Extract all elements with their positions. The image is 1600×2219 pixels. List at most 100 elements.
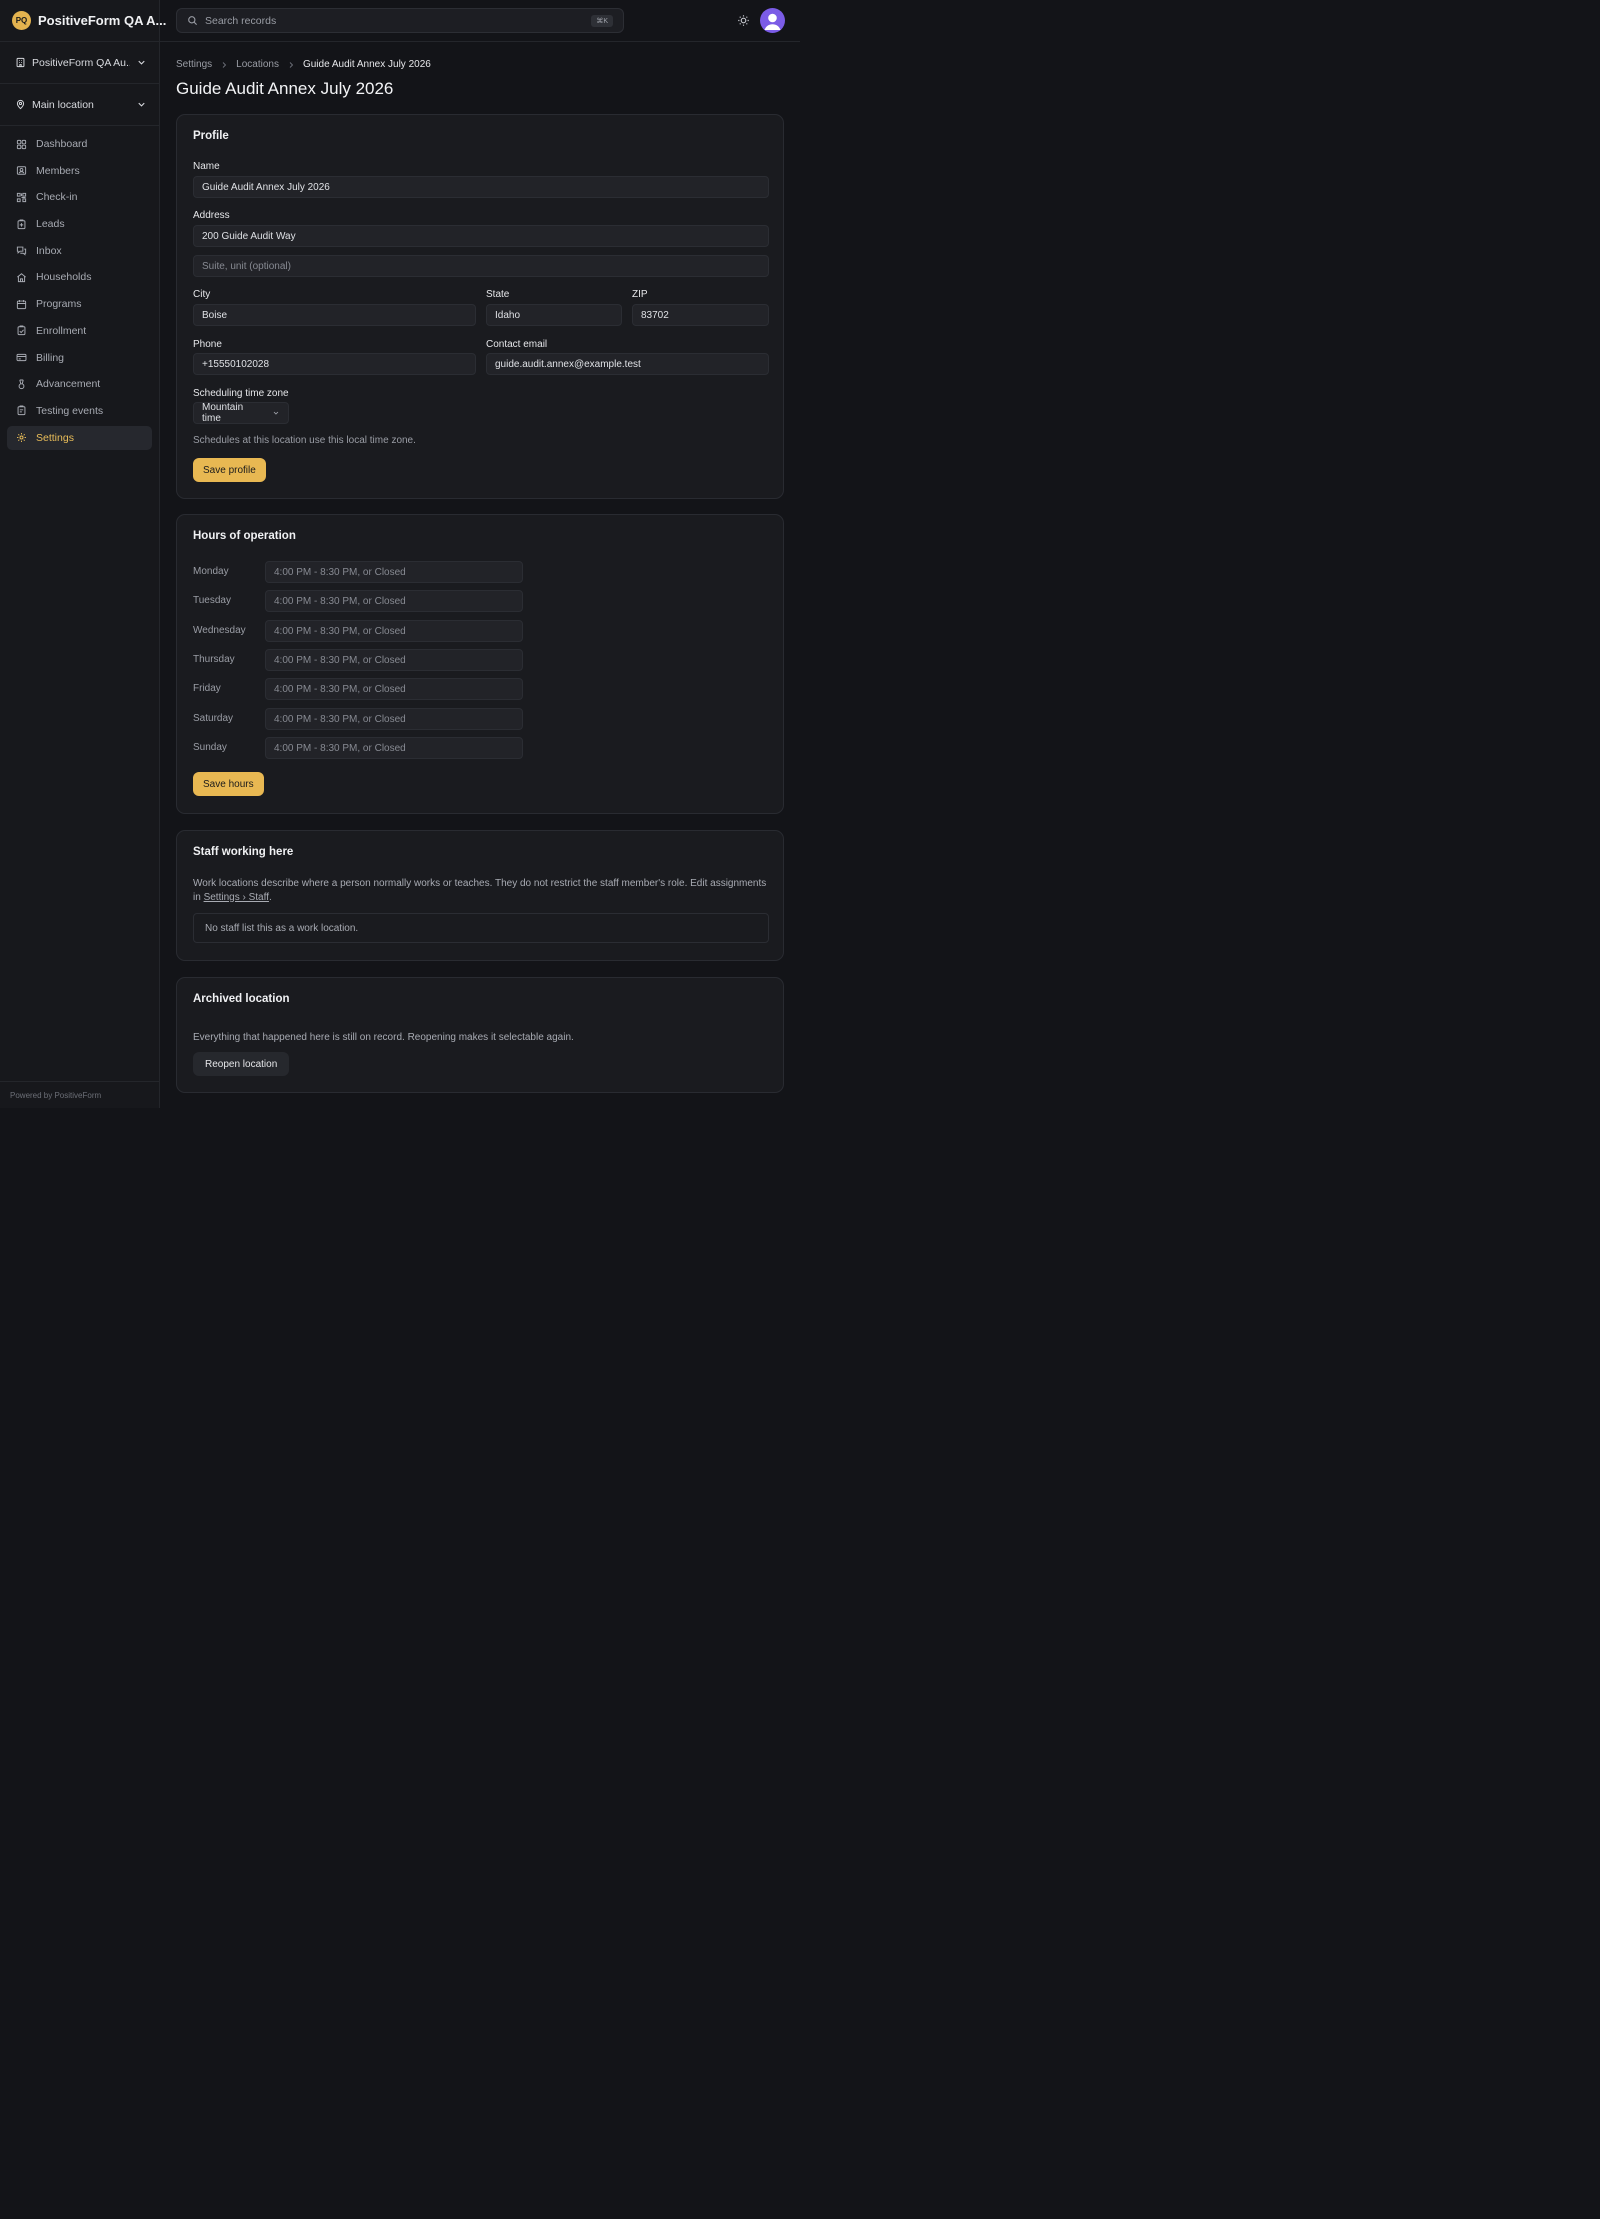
nav-item-leads[interactable]: Leads (7, 212, 152, 236)
hours-title: Hours of operation (193, 530, 296, 542)
chevron-down-icon (138, 60, 145, 65)
reopen-location-button[interactable]: Reopen location (193, 1052, 290, 1076)
settings-staff-link[interactable]: Settings › Staff (204, 892, 269, 903)
brand[interactable]: PQ PositiveForm QA A... (0, 0, 166, 42)
org-switcher[interactable]: PositiveForm QA Au... (0, 42, 159, 84)
households-icon (17, 273, 26, 283)
archived-card: Archived location Everything that happen… (176, 977, 784, 1093)
search-shortcut: ⌘K (591, 14, 613, 27)
topbar: Search records ⌘K (160, 0, 800, 42)
email-label: Contact email (486, 339, 548, 350)
state-label: State (486, 289, 510, 300)
hours-field-wednesday[interactable]: 4:00 PM - 8:30 PM, or Closed (265, 620, 523, 642)
nav-item-enrollment[interactable]: Enrollment (7, 319, 152, 343)
map-pin-icon (16, 99, 25, 110)
zip-label: ZIP (632, 289, 648, 300)
nav-item-households[interactable]: Households (7, 265, 152, 289)
nav-item-members[interactable]: Members (7, 159, 152, 183)
hours-card: Hours of operation Monday 4:00 PM - 8:30… (176, 514, 784, 814)
breadcrumb-locations[interactable]: Locations (236, 59, 279, 70)
day-label: Sunday (193, 742, 227, 753)
hours-field-monday[interactable]: 4:00 PM - 8:30 PM, or Closed (265, 561, 523, 583)
dashboard-icon (16, 139, 27, 149)
name-field[interactable]: Guide Audit Annex July 2026 (193, 176, 769, 198)
chevron-down-icon (273, 411, 279, 415)
hours-row-sunday: Sunday 4:00 PM - 8:30 PM, or Closed (193, 737, 523, 759)
nav-item-label: Dashboard (36, 138, 88, 150)
hours-field-thursday[interactable]: 4:00 PM - 8:30 PM, or Closed (265, 649, 523, 671)
phone-field[interactable]: +15550102028 (193, 353, 476, 375)
hours-row-friday: Friday 4:00 PM - 8:30 PM, or Closed (193, 678, 523, 700)
nav-item-label: Members (36, 164, 80, 177)
sun-icon (738, 15, 749, 26)
day-label: Tuesday (193, 595, 231, 606)
testing-events-icon (17, 405, 26, 416)
advancement-icon (18, 379, 25, 389)
breadcrumb: Settings Locations Guide Audit Annex Jul… (176, 59, 784, 70)
nav-item-billing[interactable]: Billing (7, 346, 152, 370)
location-switcher[interactable]: Main location (0, 84, 159, 126)
nav-item-label: Testing events (36, 404, 104, 417)
hours-row-monday: Monday 4:00 PM - 8:30 PM, or Closed (193, 561, 523, 583)
billing-icon (16, 353, 27, 362)
day-label: Saturday (193, 713, 234, 724)
hours-field-saturday[interactable]: 4:00 PM - 8:30 PM, or Closed (265, 708, 523, 730)
timezone-select[interactable]: Mountain time (193, 402, 289, 424)
city-label: City (193, 289, 211, 300)
day-label: Thursday (193, 654, 235, 665)
nav-item-label: Billing (36, 351, 65, 364)
save-hours-button[interactable]: Save hours (193, 772, 264, 796)
staff-description-text: Work locations describe where a person n… (193, 878, 767, 903)
leads-icon (17, 219, 26, 229)
nav-item-label: Check-in (36, 191, 78, 204)
search-icon (188, 16, 198, 26)
staff-card: Staff working here Work locations descri… (176, 830, 784, 961)
search-input[interactable]: Search records ⌘K (176, 8, 624, 33)
nav-item-label: Programs (36, 298, 82, 311)
hours-row-thursday: Thursday 4:00 PM - 8:30 PM, or Closed (193, 649, 523, 671)
nav-item-programs[interactable]: Programs (7, 292, 152, 316)
chevron-down-icon (138, 102, 145, 107)
enrollment-icon (17, 325, 26, 336)
hours-field-tuesday[interactable]: 4:00 PM - 8:30 PM, or Closed (265, 590, 523, 612)
members-icon (16, 166, 27, 175)
staff-description-end: . (268, 891, 272, 903)
nav-item-dashboard[interactable]: Dashboard (7, 132, 152, 156)
sidebar: PQ PositiveForm QA A... PositiveForm QA … (0, 0, 166, 1108)
main-content: Settings Locations Guide Audit Annex Jul… (176, 42, 784, 1093)
nav-item-label: Households (36, 271, 92, 284)
breadcrumb-settings[interactable]: Settings (176, 59, 212, 70)
day-label: Monday (193, 566, 229, 577)
timezone-label: Scheduling time zone (193, 388, 289, 399)
nav-item-check-in[interactable]: Check-in (7, 185, 152, 209)
state-field[interactable]: Idaho (486, 304, 622, 326)
search-placeholder: Search records (205, 14, 277, 27)
avatar[interactable] (760, 8, 785, 33)
nav-item-label: Advancement (36, 378, 101, 391)
city-field[interactable]: Boise (193, 304, 476, 326)
nav-item-label: Settings (36, 431, 74, 444)
archived-title: Archived location (193, 993, 290, 1005)
save-profile-button[interactable]: Save profile (193, 458, 266, 482)
address-label: Address (193, 210, 230, 221)
chevron-right-icon (222, 61, 227, 68)
nav-item-settings[interactable]: Settings (7, 425, 152, 450)
nav-item-testing-events[interactable]: Testing events (7, 399, 152, 423)
address-field[interactable]: 200 Guide Audit Way (193, 225, 769, 247)
app-name: PositiveForm QA A... (38, 13, 167, 28)
nav-item-inbox[interactable]: Inbox (7, 239, 152, 263)
hours-field-sunday[interactable]: 4:00 PM - 8:30 PM, or Closed (265, 737, 523, 759)
hours-field-friday[interactable]: 4:00 PM - 8:30 PM, or Closed (265, 678, 523, 700)
zip-field[interactable]: 83702 (632, 304, 769, 326)
theme-toggle-button[interactable] (737, 14, 750, 27)
org-switcher-label: PositiveForm QA Au... (32, 56, 130, 69)
nav-item-label: Leads (36, 218, 65, 231)
email-field[interactable]: guide.audit.annex@example.test (486, 353, 769, 375)
chevron-right-icon (289, 61, 294, 68)
address-line2-field[interactable]: Suite, unit (optional) (193, 255, 769, 277)
brand-logo: PQ (12, 11, 31, 30)
nav-item-advancement[interactable]: Advancement (7, 372, 152, 396)
page-title: Guide Audit Annex July 2026 (176, 79, 394, 98)
powered-by: Powered by PositiveForm (0, 1081, 159, 1108)
building-icon (16, 57, 25, 68)
